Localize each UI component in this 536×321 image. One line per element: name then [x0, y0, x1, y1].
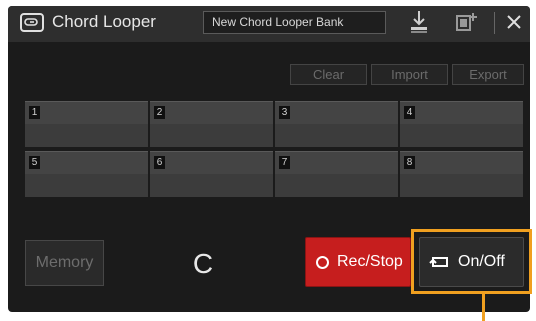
cell-number: 2 [154, 106, 165, 119]
rec-stop-label: Rec/Stop [337, 253, 403, 270]
memory-button[interactable]: Memory [25, 240, 104, 286]
toolbar-divider [494, 12, 495, 34]
rec-stop-button[interactable]: Rec/Stop [305, 237, 411, 287]
memory-cell-4[interactable]: 4 [400, 101, 523, 147]
import-button[interactable]: Import [371, 64, 448, 85]
bank-name-field[interactable]: New Chord Looper Bank [203, 11, 386, 34]
memory-cell-5[interactable]: 5 [25, 151, 148, 197]
clear-button[interactable]: Clear [290, 64, 367, 85]
cell-number: 3 [279, 106, 290, 119]
cell-number: 5 [29, 156, 40, 169]
cell-number: 7 [279, 156, 290, 169]
loop-icon [429, 257, 448, 267]
record-icon [316, 256, 329, 269]
memory-cell-8[interactable]: 8 [400, 151, 523, 197]
callout-line [482, 294, 485, 321]
on-off-button[interactable]: On/Off [419, 237, 524, 287]
cell-number: 6 [154, 156, 165, 169]
memory-cell-3[interactable]: 3 [275, 101, 398, 147]
chord-looper-icon [20, 13, 44, 32]
download-icon[interactable] [408, 9, 430, 35]
cell-number: 1 [29, 106, 40, 119]
memory-cell-1[interactable]: 1 [25, 101, 148, 147]
cell-number: 8 [404, 156, 415, 169]
add-bank-icon[interactable] [454, 10, 478, 34]
memory-cell-grid: 1 2 3 4 5 6 7 8 [25, 101, 525, 199]
memory-cell-2[interactable]: 2 [150, 101, 273, 147]
on-off-label: On/Off [458, 253, 505, 270]
window-title: Chord Looper [52, 12, 156, 31]
close-icon[interactable] [505, 13, 523, 31]
memory-cell-7[interactable]: 7 [275, 151, 398, 197]
export-button[interactable]: Export [452, 64, 524, 85]
memory-cell-6[interactable]: 6 [150, 151, 273, 197]
current-chord: C [192, 248, 214, 279]
cell-number: 4 [404, 106, 415, 119]
